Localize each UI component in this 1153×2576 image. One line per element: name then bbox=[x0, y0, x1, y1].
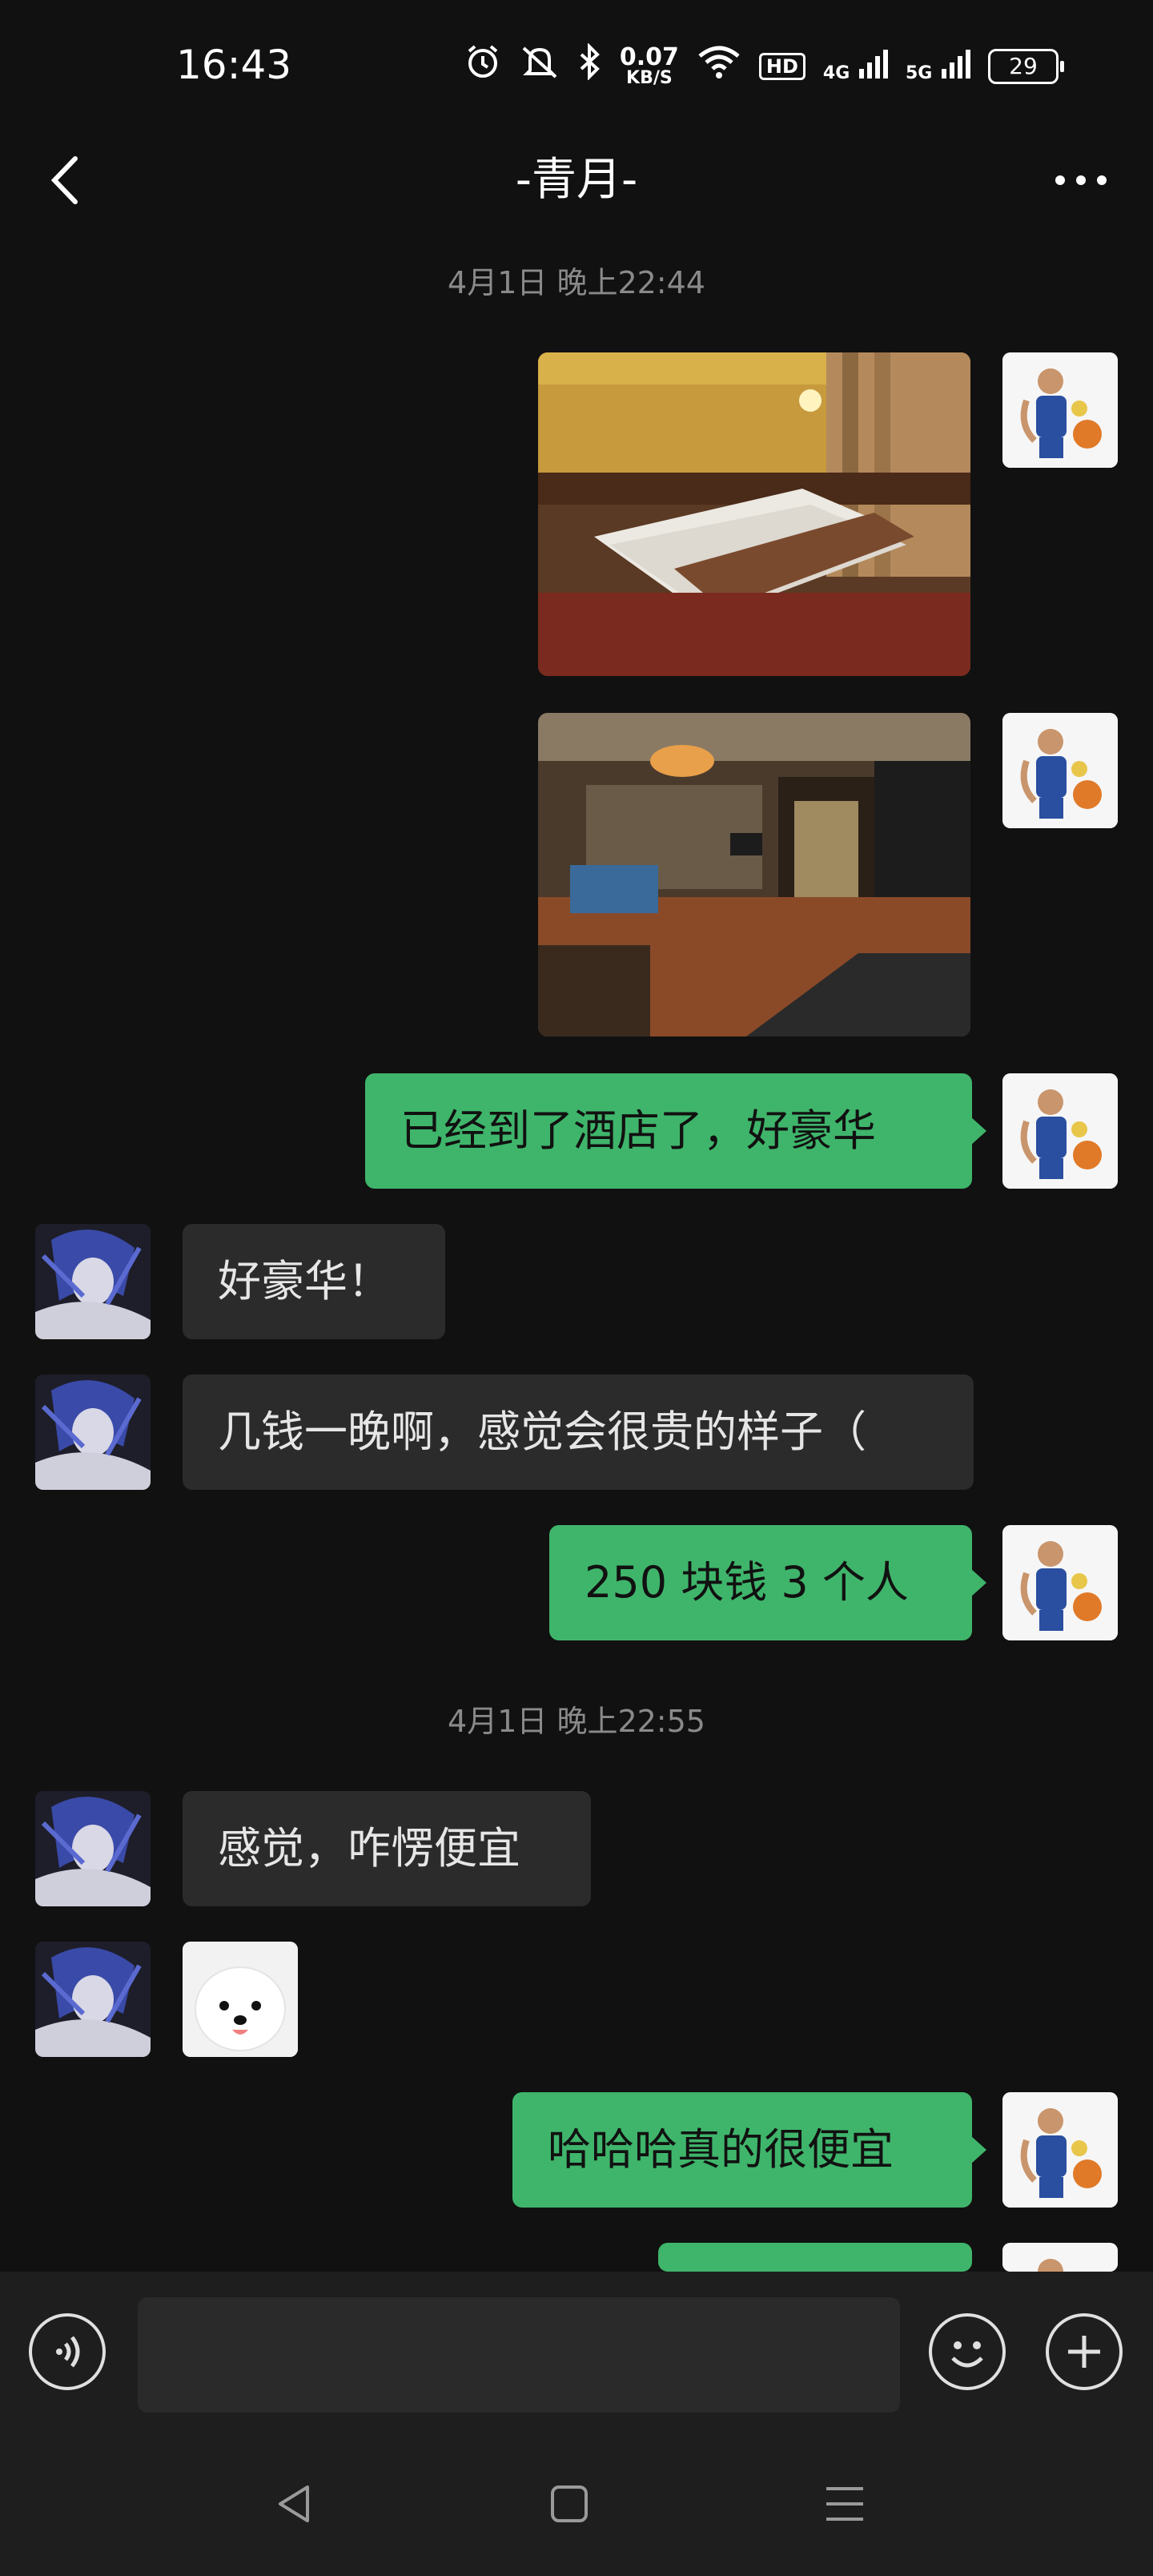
signal-4g: 4G bbox=[822, 49, 888, 83]
bubble-tail bbox=[970, 1568, 986, 1597]
status-time: 16:43 bbox=[176, 42, 292, 88]
message-bubble-outgoing[interactable]: 已经到了酒店了，好豪华 bbox=[365, 1073, 972, 1189]
signal-icon bbox=[858, 49, 888, 78]
triangle-back-icon bbox=[279, 2485, 309, 2522]
chat-header: -青月- bbox=[0, 128, 1153, 232]
more-dot bbox=[1076, 175, 1086, 185]
alarm-icon bbox=[464, 43, 501, 89]
smiley-icon bbox=[951, 2341, 983, 2368]
wifi-icon bbox=[697, 43, 741, 89]
chat-title: -青月- bbox=[515, 154, 638, 206]
basketball-player-avatar bbox=[1002, 1525, 1118, 1640]
net2-label: 5G bbox=[905, 62, 933, 83]
basketball-player-avatar bbox=[1002, 713, 1118, 828]
square-home-icon bbox=[551, 2485, 588, 2522]
my-avatar[interactable] bbox=[1002, 2092, 1118, 2208]
message-bubble-outgoing[interactable]: 250 块钱 3 个人 bbox=[549, 1525, 972, 1640]
voice-icon bbox=[56, 2336, 80, 2368]
anime-character-avatar bbox=[35, 1375, 151, 1490]
my-avatar[interactable] bbox=[1002, 1525, 1118, 1640]
bubble-tail bbox=[970, 2135, 986, 2164]
message-input[interactable] bbox=[138, 2297, 900, 2413]
more-dot bbox=[1097, 175, 1107, 185]
message-bubble-incoming[interactable]: 好豪华！ bbox=[183, 1224, 445, 1339]
timestamp: 4月1日 晚上22:44 bbox=[448, 265, 705, 300]
input-bar bbox=[0, 2272, 1153, 2432]
net-speed-value: 0.07 bbox=[619, 42, 679, 71]
system-nav-bar bbox=[0, 2432, 1153, 2576]
basketball-player-avatar bbox=[1002, 352, 1118, 468]
menu-lines-icon bbox=[826, 2487, 863, 2521]
anime-character-avatar bbox=[35, 1942, 151, 2057]
my-avatar[interactable] bbox=[1002, 713, 1118, 828]
status-icons: 0.07 KB/S HD 4G 5G 29 bbox=[464, 42, 1064, 89]
message-bubble-outgoing[interactable]: 哈哈哈真的很便宜 bbox=[512, 2092, 972, 2208]
basketball-player-avatar bbox=[1002, 2243, 1118, 2272]
more-functions-button[interactable] bbox=[1046, 2313, 1123, 2390]
hotel-bedroom-image bbox=[538, 352, 970, 676]
message-bubble-outgoing-partial[interactable] bbox=[658, 2243, 972, 2272]
nav-menu-button[interactable] bbox=[817, 2476, 873, 2532]
mute-icon bbox=[519, 43, 560, 89]
more-dot bbox=[1055, 175, 1065, 185]
white-dog-sticker bbox=[183, 1942, 298, 2057]
contact-avatar[interactable] bbox=[35, 1375, 151, 1490]
battery-indicator: 29 bbox=[988, 48, 1064, 84]
basketball-player-avatar bbox=[1002, 2092, 1118, 2208]
net1-label: 4G bbox=[822, 62, 850, 83]
net-speed: 0.07 KB/S bbox=[619, 42, 679, 88]
voice-input-button[interactable] bbox=[29, 2313, 106, 2390]
my-avatar[interactable] bbox=[1002, 1073, 1118, 1189]
net-speed-unit: KB/S bbox=[626, 67, 673, 88]
nav-home-button[interactable] bbox=[541, 2476, 597, 2532]
hotel-room-image bbox=[538, 713, 970, 1036]
timestamp: 4月1日 晚上22:55 bbox=[448, 1704, 705, 1739]
status-bar: 16:43 0.07 KB/S HD 4G 5G 29 bbox=[0, 0, 1153, 128]
contact-avatar[interactable] bbox=[35, 1942, 151, 2057]
nav-back-button[interactable] bbox=[266, 2476, 322, 2532]
more-options-button[interactable] bbox=[1041, 144, 1121, 216]
signal-5g: 5G bbox=[905, 49, 970, 83]
emoji-button[interactable] bbox=[929, 2313, 1006, 2390]
my-avatar[interactable] bbox=[1002, 352, 1118, 468]
anime-character-avatar bbox=[35, 1224, 151, 1339]
basketball-player-avatar bbox=[1002, 1073, 1118, 1189]
sticker-message[interactable] bbox=[183, 1942, 298, 2057]
anime-character-avatar bbox=[35, 1791, 151, 1906]
contact-avatar[interactable] bbox=[35, 1224, 151, 1339]
contact-avatar[interactable] bbox=[35, 1791, 151, 1906]
image-message-room[interactable] bbox=[538, 713, 970, 1036]
hd-badge: HD bbox=[758, 52, 805, 80]
bluetooth-icon bbox=[578, 42, 602, 89]
message-bubble-incoming[interactable]: 感觉，咋愣便宜 bbox=[183, 1791, 591, 1906]
my-avatar[interactable] bbox=[1002, 2243, 1118, 2272]
bubble-tail bbox=[970, 1117, 986, 1145]
image-message-bedroom[interactable] bbox=[538, 352, 970, 676]
message-bubble-incoming[interactable]: 几钱一晚啊，感觉会很贵的样子（ bbox=[183, 1375, 974, 1490]
signal-icon bbox=[942, 49, 970, 78]
plus-icon bbox=[1068, 2336, 1100, 2368]
